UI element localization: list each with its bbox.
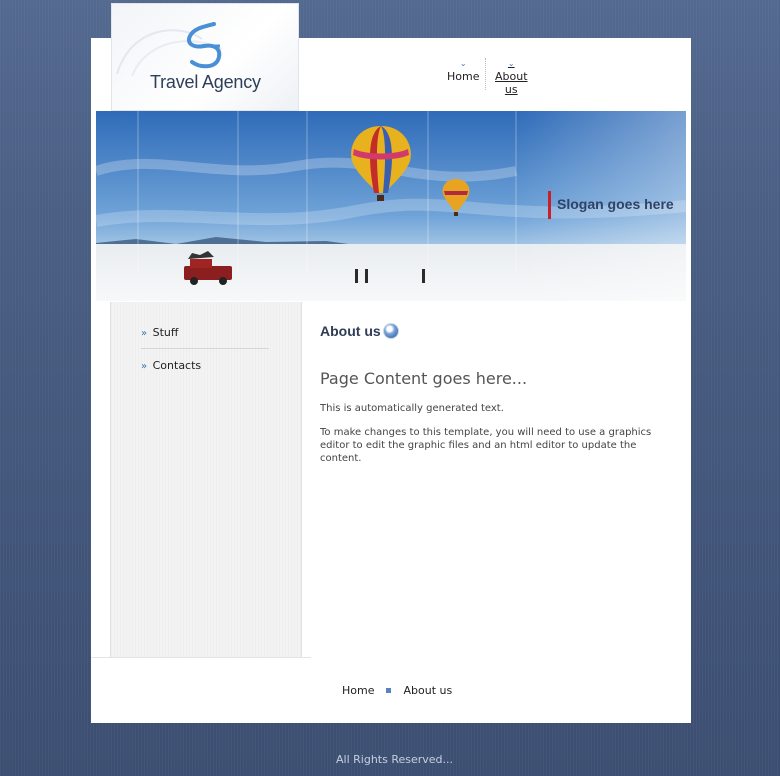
bullet-icon <box>383 323 399 339</box>
sidebar-item-contacts[interactable]: » Contacts <box>141 359 201 372</box>
nav-about-label: About us <box>495 70 528 96</box>
double-chevron-right-icon: » <box>141 361 147 372</box>
sidebar-divider <box>141 348 269 349</box>
sidebar-item-label: Stuff <box>152 326 179 339</box>
footer-about-link[interactable]: About us <box>403 684 452 697</box>
footer-divider <box>91 657 311 658</box>
nav-separator <box>485 58 486 90</box>
slogan: Slogan goes here <box>548 191 674 219</box>
chevron-down-icon: ⌄ <box>507 59 515 68</box>
nav-home-label: Home <box>447 70 480 83</box>
content-paragraph: To make changes to this template, you wi… <box>320 427 652 464</box>
logo-text: Travel Agency <box>150 72 261 92</box>
footer-navigation: Home About us <box>342 684 452 697</box>
footer-home-link[interactable]: Home <box>342 684 374 697</box>
sidebar: » Stuff » Contacts <box>110 302 302 658</box>
sidebar-item-stuff[interactable]: » Stuff <box>141 326 178 339</box>
nav-about-link[interactable]: ⌄ About us <box>495 58 528 96</box>
nav-home-link[interactable]: ⌄ Home <box>447 58 479 83</box>
copyright-text: All Rights Reserved... <box>336 753 454 766</box>
square-bullet-icon <box>386 688 392 693</box>
sidebar-item-label: Contacts <box>152 359 202 372</box>
content-heading: Page Content goes here... <box>320 369 528 388</box>
double-chevron-right-icon: » <box>141 328 147 339</box>
page-title: About us <box>320 323 381 339</box>
chevron-down-icon: ⌄ <box>459 59 467 68</box>
content-paragraph: This is automatically generated text. <box>320 403 504 414</box>
logo-icon <box>187 22 222 69</box>
